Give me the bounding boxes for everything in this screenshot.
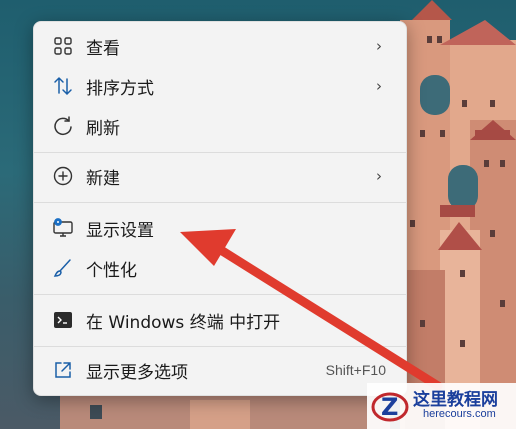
watermark-url: herecours.com bbox=[423, 408, 496, 420]
watermark: Z 这里教程网 herecours.com bbox=[367, 383, 516, 429]
watermark-logo-icon: Z bbox=[371, 392, 409, 422]
red-annotation-arrow bbox=[180, 229, 443, 391]
svg-text:Z: Z bbox=[381, 393, 398, 421]
watermark-title: 这里教程网 bbox=[413, 390, 498, 410]
